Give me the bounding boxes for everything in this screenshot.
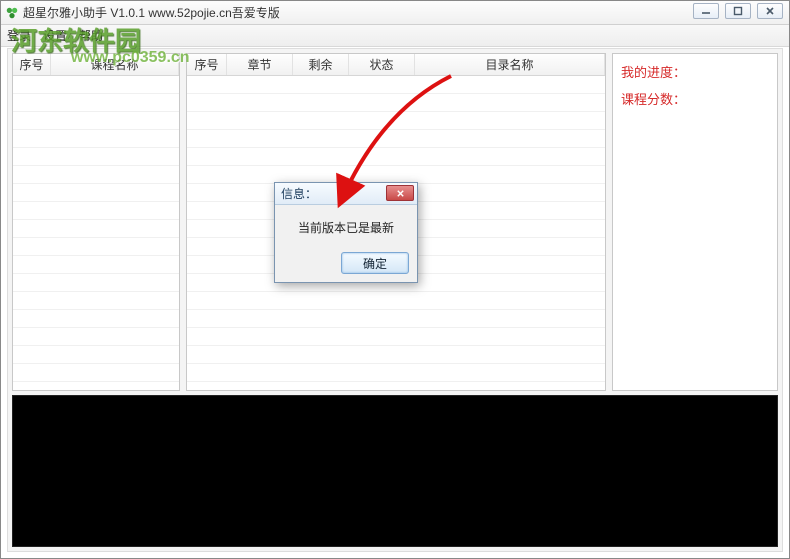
course-list-header: 序号 课程名称 xyxy=(13,54,179,76)
console-output[interactable] xyxy=(12,395,778,547)
table-row xyxy=(187,346,605,364)
table-row xyxy=(13,364,179,382)
table-row xyxy=(13,292,179,310)
table-row xyxy=(13,310,179,328)
window-title: 超星尔雅小助手 V1.0.1 www.52pojie.cn吾爱专版 xyxy=(23,4,280,21)
dialog-titlebar: 信息： xyxy=(275,183,417,205)
table-row xyxy=(13,328,179,346)
app-window: 超星尔雅小助手 V1.0.1 www.52pojie.cn吾爱专版 登录 设置 … xyxy=(0,0,790,559)
table-row xyxy=(13,166,179,184)
table-row xyxy=(13,148,179,166)
maximize-button[interactable] xyxy=(725,3,751,19)
dialog-close-button[interactable] xyxy=(386,185,414,201)
table-row xyxy=(13,130,179,148)
menu-help[interactable]: 帮助 xyxy=(79,27,103,44)
window-controls xyxy=(693,3,783,19)
course-list-body[interactable] xyxy=(13,76,179,390)
info-dialog: 信息： 当前版本已是最新 确定 xyxy=(274,182,418,283)
menubar: 登录 设置 帮助 xyxy=(1,25,789,47)
score-label: 课程分数： xyxy=(621,89,769,108)
col-course-name[interactable]: 课程名称 xyxy=(51,54,179,75)
table-row xyxy=(13,112,179,130)
ok-button[interactable]: 确定 xyxy=(341,252,409,274)
col-remain[interactable]: 剩余 xyxy=(293,54,349,75)
table-row xyxy=(187,148,605,166)
chapter-list-header: 序号 章节 剩余 状态 目录名称 xyxy=(187,54,605,76)
table-row xyxy=(187,112,605,130)
progress-label: 我的进度： xyxy=(621,62,769,81)
app-icon xyxy=(5,6,19,20)
dialog-message: 当前版本已是最新 xyxy=(275,205,417,246)
dialog-title: 信息： xyxy=(281,185,317,202)
table-row xyxy=(13,346,179,364)
table-row xyxy=(187,130,605,148)
col-dirname[interactable]: 目录名称 xyxy=(415,54,605,75)
info-panel: 我的进度： 课程分数： xyxy=(612,53,778,391)
table-row xyxy=(13,184,179,202)
col-status[interactable]: 状态 xyxy=(349,54,415,75)
minimize-button[interactable] xyxy=(693,3,719,19)
col-index[interactable]: 序号 xyxy=(187,54,227,75)
table-row xyxy=(187,328,605,346)
table-row xyxy=(187,364,605,382)
table-row xyxy=(13,256,179,274)
col-chapter[interactable]: 章节 xyxy=(227,54,293,75)
menu-login[interactable]: 登录 xyxy=(7,27,31,44)
close-button[interactable] xyxy=(757,3,783,19)
client-area: 序号 课程名称 序号 章节 剩余 状态 目录名称 xyxy=(7,48,783,552)
dialog-footer: 确定 xyxy=(275,246,417,282)
table-row xyxy=(13,220,179,238)
table-row xyxy=(187,310,605,328)
table-row xyxy=(187,76,605,94)
table-row xyxy=(13,202,179,220)
titlebar: 超星尔雅小助手 V1.0.1 www.52pojie.cn吾爱专版 xyxy=(1,1,789,25)
col-index[interactable]: 序号 xyxy=(13,54,51,75)
table-row xyxy=(13,238,179,256)
course-list-panel: 序号 课程名称 xyxy=(12,53,180,391)
table-row xyxy=(13,76,179,94)
table-row xyxy=(13,94,179,112)
menu-settings[interactable]: 设置 xyxy=(43,27,67,44)
table-row xyxy=(13,274,179,292)
table-row xyxy=(187,292,605,310)
table-row xyxy=(187,94,605,112)
